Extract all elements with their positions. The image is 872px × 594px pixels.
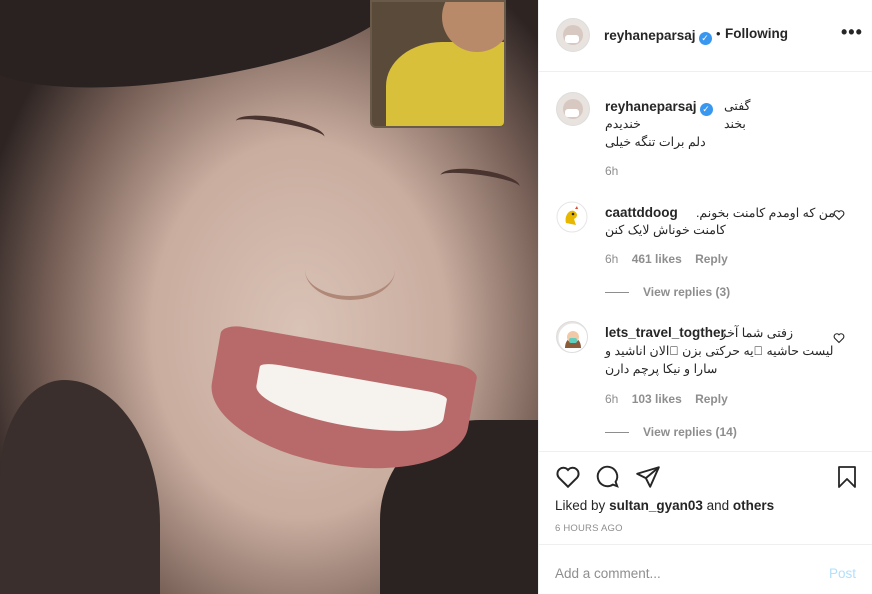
post-actions: Liked by sultan_gyan03 and others 6 HOUR… xyxy=(539,451,872,544)
comment-likes[interactable]: 461 likes xyxy=(632,252,682,266)
photo-hair-side xyxy=(0,380,160,594)
comment-icon[interactable] xyxy=(595,464,621,495)
header-separator: • xyxy=(716,26,721,41)
comment-age[interactable]: 6h xyxy=(605,392,618,406)
avatar-mask xyxy=(565,109,579,117)
chicken-avatar-icon xyxy=(556,201,588,233)
comment-likes[interactable]: 103 likes xyxy=(632,392,682,406)
caption-text-line1: گفتی بخند xyxy=(724,99,751,131)
photo-eye-right xyxy=(438,164,522,198)
liked-by: Liked by sultan_gyan03 and others xyxy=(555,498,774,513)
heart-icon[interactable] xyxy=(833,332,845,344)
instagram-post-view: reyhaneparsaj ✓ • Following ••• reyhanepa… xyxy=(0,0,872,594)
post-sidebar: reyhaneparsaj ✓ • Following ••• reyhanepa… xyxy=(538,0,872,594)
share-icon[interactable] xyxy=(635,464,661,495)
caption-avatar[interactable] xyxy=(556,92,590,126)
comment-text-line3: سارا و نیکا پرچم دارن xyxy=(605,362,718,376)
post-header: reyhaneparsaj ✓ • Following ••• xyxy=(539,0,872,72)
caption-age[interactable]: 6h xyxy=(605,164,618,178)
divider xyxy=(605,292,629,294)
view-replies-label: View replies (3) xyxy=(643,285,731,299)
add-comment-bar: Add a comment... Post xyxy=(539,544,872,594)
photo-nose xyxy=(305,240,395,300)
verified-icon: ✓ xyxy=(698,32,712,45)
caption-text-line3: دلم برات تنگه خیلی xyxy=(605,135,706,149)
view-replies-button[interactable]: View replies (3) xyxy=(605,285,730,299)
divider xyxy=(605,432,629,434)
heart-icon[interactable] xyxy=(555,464,581,495)
comment-text-line1: من که اومدم کامنت بخونم. xyxy=(695,206,835,220)
inset-shirt xyxy=(386,42,504,126)
liked-others-link[interactable]: others xyxy=(733,498,774,513)
liked-user-link[interactable]: sultan_gyan03 xyxy=(609,498,703,513)
heart-icon[interactable] xyxy=(833,209,845,221)
liked-and: and xyxy=(706,498,730,513)
comment-age[interactable]: 6h xyxy=(605,252,618,266)
reply-button[interactable]: Reply xyxy=(695,252,728,266)
comment-avatar[interactable] xyxy=(556,201,588,233)
view-replies-button[interactable]: View replies (14) xyxy=(605,425,737,439)
comments-list: reyhaneparsaj ✓ گفتی بخند خندیدم دلم برات… xyxy=(539,73,872,451)
comment-meta: 6h 461 likes Reply xyxy=(605,252,728,266)
header-username-row: reyhaneparsaj ✓ xyxy=(604,27,712,45)
video-call-inset xyxy=(370,0,506,128)
comment-meta: 6h 103 likes Reply xyxy=(605,392,728,406)
caption-text-line2: خندیدم xyxy=(605,117,641,131)
save-icon[interactable] xyxy=(835,464,859,495)
reply-button[interactable]: Reply xyxy=(695,392,728,406)
avatar[interactable] xyxy=(556,18,590,52)
header-username[interactable]: reyhaneparsaj xyxy=(604,28,696,43)
caption-username-row: reyhaneparsaj ✓ xyxy=(605,98,713,116)
post-timestamp[interactable]: 6 HOURS AGO xyxy=(555,523,623,534)
more-icon[interactable]: ••• xyxy=(841,22,863,43)
post-button[interactable]: Post xyxy=(829,566,856,581)
verified-icon: ✓ xyxy=(699,103,713,116)
view-replies-label: View replies (14) xyxy=(643,425,737,439)
following-button[interactable]: Following xyxy=(725,26,788,41)
post-photo[interactable] xyxy=(0,0,538,594)
photo-hair xyxy=(0,0,405,102)
person-mask-avatar-icon xyxy=(557,322,587,352)
comment-avatar[interactable] xyxy=(556,321,588,353)
photo-eye-left xyxy=(233,110,327,148)
comment-text-line2: کامنت خوناش لایک کنن xyxy=(605,223,726,237)
comment-text-line1: زفتی شما آخر xyxy=(720,326,793,340)
avatar-mask xyxy=(565,35,579,43)
comment-input[interactable]: Add a comment... xyxy=(555,566,661,581)
liked-prefix: Liked by xyxy=(555,498,606,513)
caption-username[interactable]: reyhaneparsaj xyxy=(605,99,697,114)
comment-text-line2: لیست حاشیه  یه حرکتی بزن  الان اناشید و xyxy=(605,344,834,358)
